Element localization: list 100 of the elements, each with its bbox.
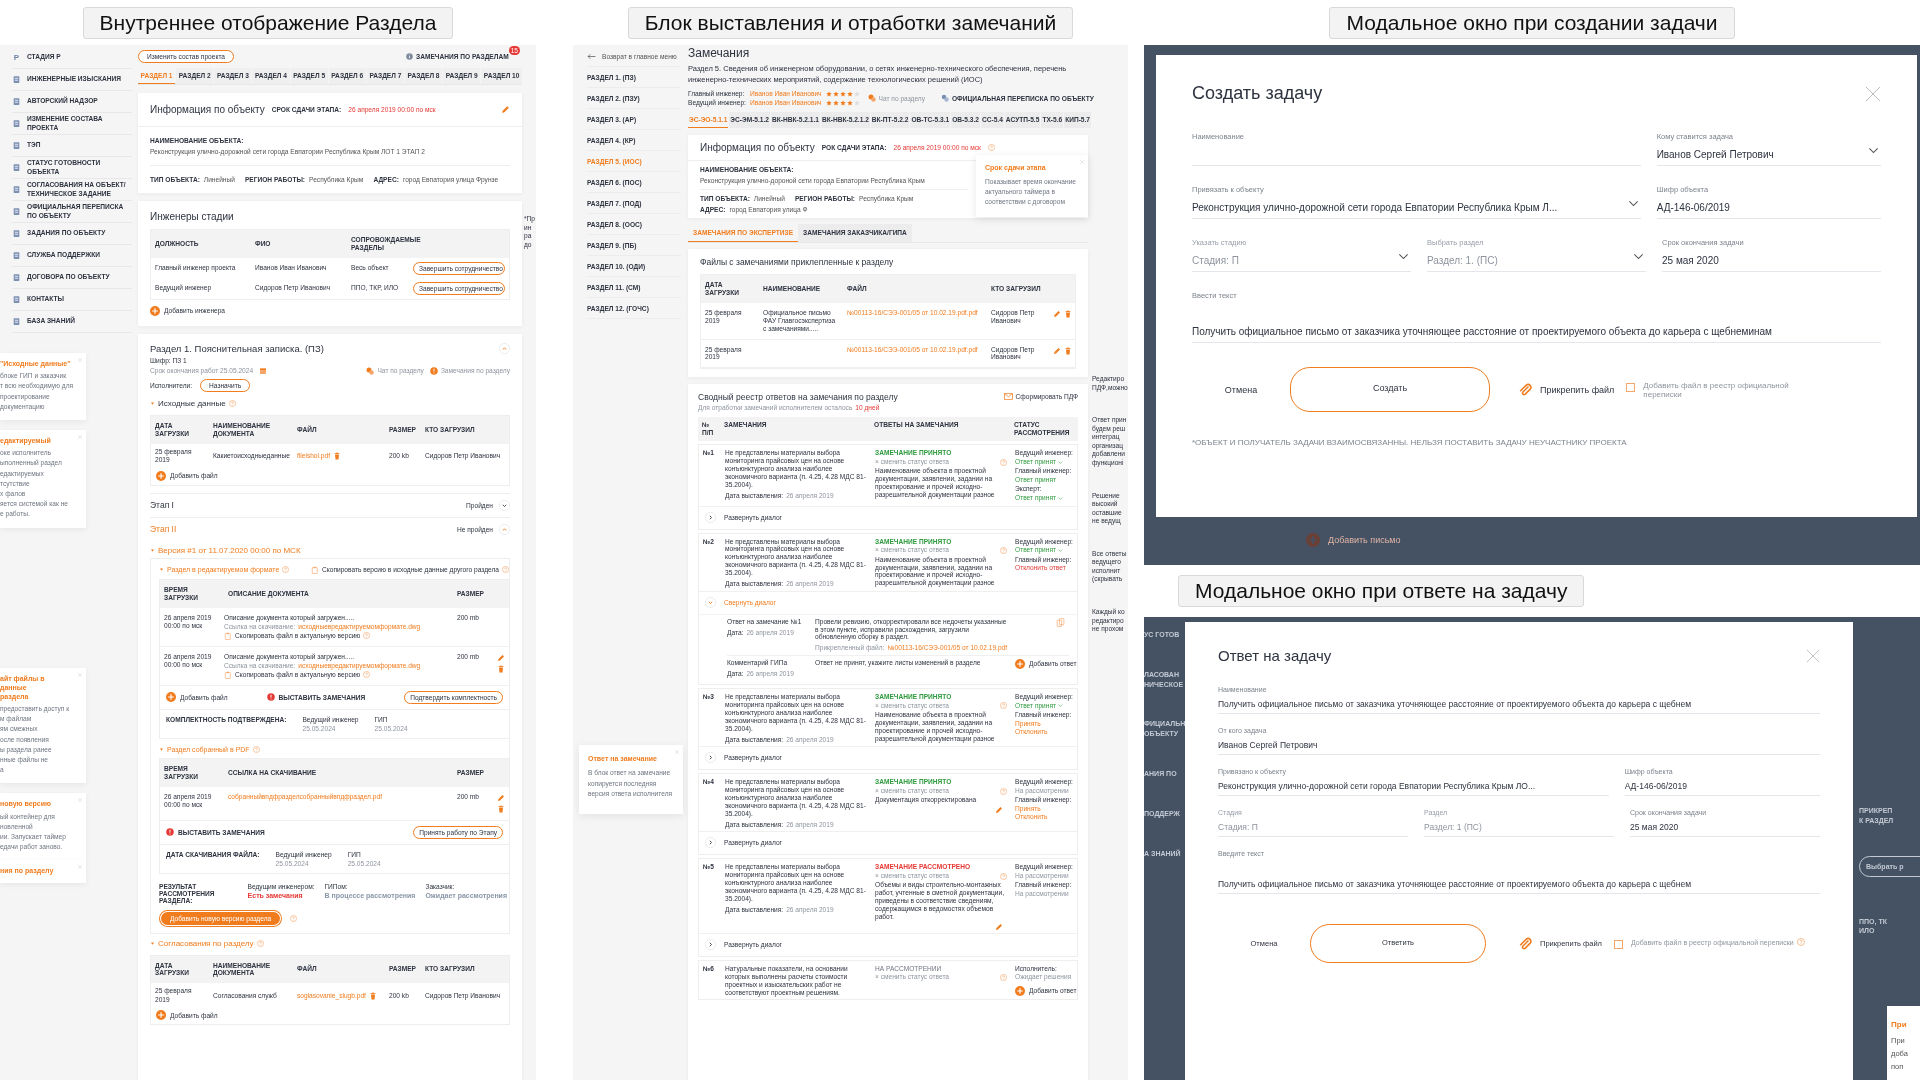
help-icon[interactable]: [987, 144, 995, 151]
help-icon[interactable]: [1000, 872, 1007, 880]
plus-icon: [1306, 533, 1320, 547]
close-icon[interactable]: [77, 357, 83, 363]
block-title: Согласования по разделу: [158, 938, 254, 948]
help-icon[interactable]: [1000, 974, 1007, 982]
trash-icon[interactable]: [368, 991, 377, 1000]
card-title: Информация по объекту: [700, 142, 815, 153]
document-icon: [12, 229, 21, 238]
chevron-icon: [705, 938, 716, 950]
plus-icon: [150, 305, 160, 316]
collapse-icon[interactable]: [499, 342, 510, 354]
checkbox-label: Добавить файл в реестр официальной переписки: [1643, 380, 1790, 399]
pencil-icon[interactable]: [995, 806, 1003, 815]
trash-icon[interactable]: [1064, 346, 1072, 355]
pencil-icon[interactable]: [1053, 346, 1061, 355]
close-icon[interactable]: [1079, 159, 1085, 165]
help-icon[interactable]: [1000, 458, 1007, 466]
chevron-down-icon[interactable]: [1868, 145, 1879, 156]
help-icon[interactable]: [256, 939, 264, 947]
trash-icon[interactable]: [333, 452, 341, 461]
board-caption: Модальное окно при создании задачи: [1329, 6, 1735, 39]
help-icon[interactable]: [252, 745, 260, 753]
caret-icon[interactable]: [1058, 703, 1064, 709]
modal-title: Создать задачу: [1192, 83, 1323, 104]
caret-icon[interactable]: [1058, 459, 1064, 465]
plus-icon: [1015, 986, 1025, 997]
attach-file-button[interactable]: Прикрепить файл: [1518, 382, 1615, 397]
help-icon[interactable]: [363, 671, 371, 679]
checkbox[interactable]: [1626, 382, 1636, 392]
plus-icon: [166, 692, 176, 703]
version-title: Версия #1 от 11.07.2020 00:00 по МСК: [158, 545, 301, 555]
caret-icon[interactable]: [159, 567, 164, 573]
caret-icon[interactable]: [150, 547, 155, 553]
chevron-icon: [705, 596, 716, 608]
help-icon[interactable]: [282, 566, 290, 574]
pencil-icon[interactable]: [995, 922, 1003, 931]
copy-icon[interactable]: [1056, 617, 1065, 627]
document-icon: [12, 317, 21, 326]
modal-title: Ответ на задачу: [1218, 647, 1332, 664]
people-icon: [941, 94, 949, 102]
pencil-icon[interactable]: [497, 653, 505, 662]
help-icon[interactable]: [1000, 787, 1007, 795]
caret-icon[interactable]: [1058, 547, 1064, 553]
pencil-icon[interactable]: [497, 793, 505, 802]
close-icon[interactable]: [1806, 648, 1820, 663]
trash-icon[interactable]: [1064, 309, 1072, 318]
caret-icon[interactable]: [150, 940, 155, 946]
board-caption: Модальное окно при ответе на задачу: [1178, 575, 1585, 607]
card-title: Сводный реестр ответов на замечания по разделу: [698, 392, 898, 403]
alert-icon: [429, 366, 438, 375]
checkbox[interactable]: [1613, 940, 1623, 949]
submit-button[interactable]: Создать: [1290, 367, 1490, 412]
close-icon[interactable]: [77, 671, 83, 678]
caret-icon[interactable]: [159, 746, 164, 752]
expand-icon[interactable]: [499, 499, 510, 511]
caret-icon[interactable]: [1058, 495, 1064, 501]
close-icon[interactable]: [77, 864, 83, 871]
copy-icon: [224, 670, 232, 679]
document-icon: [12, 75, 21, 84]
pencil-icon[interactable]: [1053, 309, 1061, 318]
document-icon: [12, 141, 21, 150]
board-caption: Блок выставления и отработки замечаний: [627, 6, 1074, 39]
close-icon[interactable]: [674, 749, 680, 755]
card-title: Раздел 1. Пояснительная записка. (ПЗ): [150, 342, 324, 354]
alert-icon: [166, 828, 174, 836]
document-icon: [12, 119, 21, 128]
stage-title[interactable]: Этап I: [150, 500, 174, 511]
close-icon[interactable]: [77, 433, 83, 440]
alert-icon: [266, 693, 275, 702]
chevron-icon: [705, 837, 716, 849]
help-icon[interactable]: [363, 632, 371, 640]
document-icon: [12, 185, 21, 194]
help-icon[interactable]: [1796, 938, 1805, 946]
document-icon: [12, 163, 21, 172]
close-icon[interactable]: [1865, 85, 1881, 102]
chevron-icon: [705, 511, 716, 523]
plus-icon: [1015, 659, 1025, 670]
help-icon[interactable]: [228, 399, 236, 407]
back-arrow-icon: [587, 52, 596, 61]
help-icon[interactable]: [502, 566, 509, 574]
chat-icon: [366, 366, 375, 375]
trash-icon[interactable]: [497, 664, 505, 673]
footnote: *ОБЪЕКТ И ПОЛУЧАТЕЛЬ ЗАДАЧИ ВЗАИМОСВЯЗАННЫ. НЕЛЬЗЯ ПОСТАВИТЬ ЗАДАЧУ НЕУЧАСТНИКУ ПРОЕКТА: [1192, 438, 1628, 447]
caret-icon[interactable]: [150, 400, 155, 406]
document-icon: [12, 207, 21, 216]
trash-icon[interactable]: [497, 804, 505, 813]
document-icon: [12, 251, 21, 260]
help-icon[interactable]: [1000, 546, 1007, 554]
calendar-icon[interactable]: [259, 366, 268, 375]
document-icon: [12, 97, 21, 106]
help-icon[interactable]: [290, 914, 298, 922]
collapse-icon[interactable]: [499, 523, 510, 535]
help-icon[interactable]: [1000, 702, 1007, 710]
document-icon: [12, 295, 21, 304]
chevron-down-icon[interactable]: [1627, 198, 1639, 209]
close-icon[interactable]: [77, 797, 83, 804]
add-letter-link[interactable]: Добавить письмо: [1306, 533, 1401, 547]
pencil-icon[interactable]: [501, 105, 510, 114]
cancel-button[interactable]: Отмена: [1192, 384, 1290, 395]
